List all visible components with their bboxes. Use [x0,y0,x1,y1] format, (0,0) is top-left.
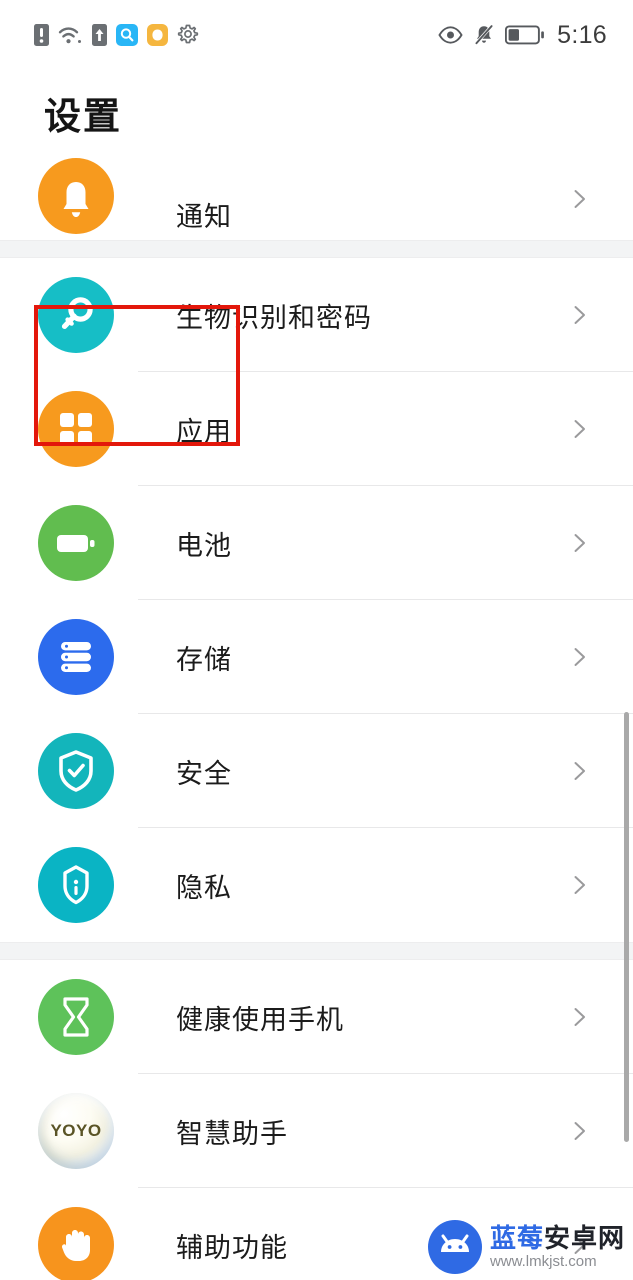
settings-row-digital-balance[interactable]: 健康使用手机 [0,960,633,1074]
settings-screen: 5:16 设置 通知 生物识别和密码 应用 电池 存储 安全 隐私 健康使用手机… [0,0,633,1280]
settings-row-label: 健康使用手机 [176,1004,344,1035]
settings-row-label: 应用 [176,416,232,447]
settings-row-security[interactable]: 安全 [0,714,633,828]
sim-alert-icon [34,24,49,46]
android-mascot-icon [427,1220,482,1274]
settings-row-label: 隐私 [176,872,232,903]
gear-icon [177,24,199,46]
yoyo-label: YOYO [50,1121,102,1140]
hourglass-icon [38,979,114,1055]
status-bar-left-icons [34,24,199,46]
scrollbar-thumb[interactable] [624,712,629,1142]
settings-row-storage[interactable]: 存储 [0,600,633,714]
chevron-right-icon [574,876,585,894]
yoyo-bubble-icon: YOYO [38,1093,114,1169]
settings-group-notifications: 通知 [0,158,633,240]
chevron-right-icon [574,190,585,208]
battery-icon [38,505,114,581]
settings-row-notifications[interactable]: 通知 [0,158,633,240]
chevron-right-icon [574,762,585,780]
chevron-right-icon [574,420,585,438]
settings-row-smart-assistant[interactable]: YOYO 智慧助手 [0,1074,633,1188]
storage-icon [38,619,114,695]
upload-arrow-icon [92,24,107,46]
settings-row-privacy[interactable]: 隐私 [0,828,633,942]
status-bar: 5:16 [0,0,633,70]
watermark-url: www.lmkjst.com [489,1253,597,1270]
chevron-right-icon [574,1008,585,1026]
settings-row-label: 智慧助手 [176,1118,288,1149]
eye-comfort-icon [438,26,463,44]
settings-row-label: 安全 [176,758,232,789]
settings-row-label: 电池 [176,530,232,561]
watermark-text: 蓝莓安卓网 www.lmkjst.com [490,1225,625,1269]
settings-row-label: 生物识别和密码 [176,302,372,333]
settings-row-label: 辅助功能 [176,1232,288,1263]
section-separator-2 [0,942,633,960]
chevron-right-icon [574,534,585,552]
watermark-brand-secondary: 安卓网 [543,1223,625,1253]
site-watermark: 蓝莓安卓网 www.lmkjst.com [427,1220,625,1274]
bell-icon [38,158,114,234]
wifi-icon [58,25,83,45]
watermark-brand-primary: 蓝莓 [489,1223,544,1253]
search-app-icon [116,24,138,46]
battery-icon [505,25,545,45]
shield-check-icon [38,733,114,809]
settings-row-biometrics[interactable]: 生物识别和密码 [0,258,633,372]
chevron-right-icon [574,1122,585,1140]
privacy-lock-icon [38,847,114,923]
settings-row-label: 通知 [176,202,232,232]
status-bar-clock: 5:16 [557,20,607,49]
status-bar-right-icons: 5:16 [438,21,607,50]
chevron-right-icon [574,648,585,666]
key-icon [38,277,114,353]
settings-group-device: 生物识别和密码 应用 电池 存储 安全 隐私 [0,258,633,942]
bell-muted-icon [473,24,495,46]
orange-app-icon [147,24,168,46]
section-separator-1 [0,240,633,258]
settings-row-label: 存储 [176,644,232,675]
settings-row-apps[interactable]: 应用 [0,372,633,486]
hand-icon [38,1207,114,1280]
apps-grid-icon [38,391,114,467]
page-title: 设置 [44,96,122,137]
settings-row-battery[interactable]: 电池 [0,486,633,600]
settings-list: 通知 生物识别和密码 应用 电池 存储 安全 隐私 健康使用手机 YOYO 智慧… [0,158,633,1280]
chevron-right-icon [574,306,585,324]
